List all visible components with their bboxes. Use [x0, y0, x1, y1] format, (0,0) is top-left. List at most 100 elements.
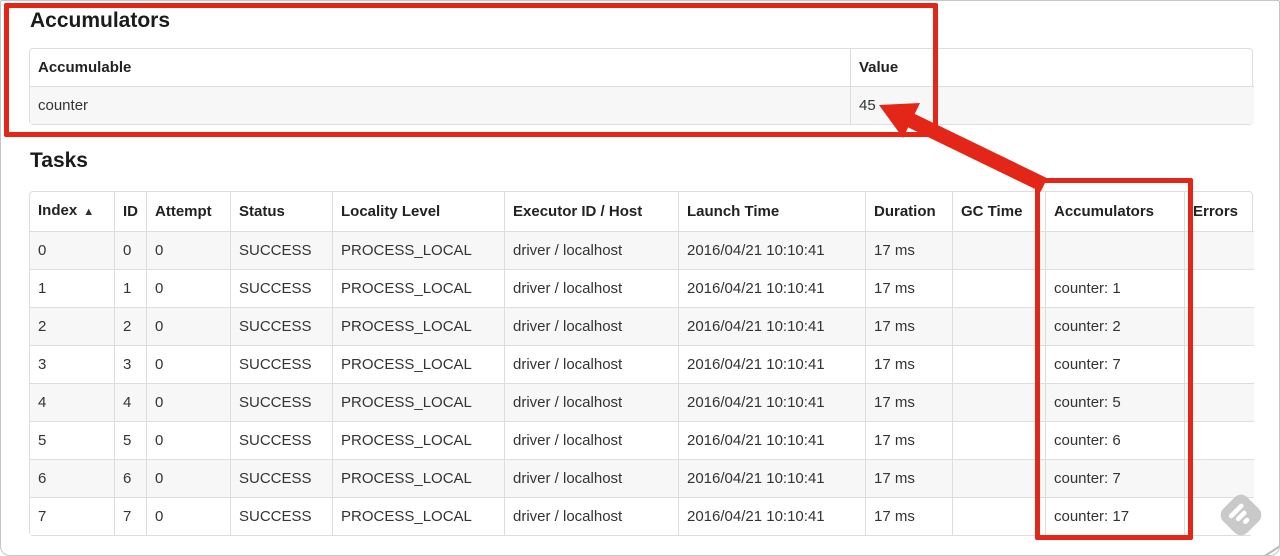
task-cell-id: 0 — [114, 231, 146, 269]
task-cell-launch-time: 2016/04/21 10:10:41 — [678, 497, 865, 535]
task-cell-attempt: 0 — [146, 269, 230, 307]
id-column-header[interactable]: ID — [114, 192, 146, 231]
task-row: 2 2 0 SUCCESS PROCESS_LOCAL driver / localhos… — [30, 307, 1254, 345]
launch-time-column-header[interactable]: Launch Time — [678, 192, 865, 231]
task-cell-accumulators — [1045, 231, 1184, 269]
value-column-header: Value — [850, 49, 1254, 86]
task-row: 7 7 0 SUCCESS PROCESS_LOCAL driver / localhos… — [30, 497, 1254, 535]
task-cell-id: 1 — [114, 269, 146, 307]
task-cell-duration: 17 ms — [865, 345, 952, 383]
task-cell-attempt: 0 — [146, 497, 230, 535]
task-cell-launch-time: 2016/04/21 10:10:41 — [678, 345, 865, 383]
task-cell-launch-time: 2016/04/21 10:10:41 — [678, 231, 865, 269]
task-cell-status: SUCCESS — [230, 421, 332, 459]
task-cell-errors — [1184, 383, 1254, 421]
task-cell-executor-id-host: driver / localhost — [504, 459, 678, 497]
task-cell-locality-level: PROCESS_LOCAL — [332, 345, 504, 383]
task-cell-id: 6 — [114, 459, 146, 497]
task-cell-duration: 17 ms — [865, 497, 952, 535]
task-cell-duration: 17 ms — [865, 269, 952, 307]
task-cell-errors — [1184, 269, 1254, 307]
task-row: 5 5 0 SUCCESS PROCESS_LOCAL driver / localhos… — [30, 421, 1254, 459]
task-cell-gc-time — [952, 383, 1045, 421]
task-cell-accumulators: counter: 7 — [1045, 459, 1184, 497]
tasks-header-row: Index ▲ ID Attempt Status Locality Level … — [30, 192, 1254, 231]
task-cell-locality-level: PROCESS_LOCAL — [332, 497, 504, 535]
task-cell-errors — [1184, 345, 1254, 383]
task-cell-locality-level: PROCESS_LOCAL — [332, 269, 504, 307]
task-cell-accumulators: counter: 6 — [1045, 421, 1184, 459]
task-cell-index: 1 — [30, 269, 114, 307]
task-cell-launch-time: 2016/04/21 10:10:41 — [678, 269, 865, 307]
task-cell-duration: 17 ms — [865, 459, 952, 497]
task-cell-gc-time — [952, 307, 1045, 345]
task-cell-attempt: 0 — [146, 459, 230, 497]
task-cell-accumulators: counter: 1 — [1045, 269, 1184, 307]
accumulable-name-cell: counter — [30, 86, 850, 124]
task-cell-status: SUCCESS — [230, 459, 332, 497]
task-cell-id: 7 — [114, 497, 146, 535]
task-cell-errors — [1184, 307, 1254, 345]
task-cell-duration: 17 ms — [865, 307, 952, 345]
sort-ascending-icon: ▲ — [83, 206, 95, 218]
task-cell-executor-id-host: driver / localhost — [504, 269, 678, 307]
task-row: 4 4 0 SUCCESS PROCESS_LOCAL driver / localhos… — [30, 383, 1254, 421]
task-cell-status: SUCCESS — [230, 269, 332, 307]
task-cell-attempt: 0 — [146, 231, 230, 269]
task-cell-errors — [1184, 421, 1254, 459]
task-cell-index: 5 — [30, 421, 114, 459]
task-cell-status: SUCCESS — [230, 497, 332, 535]
task-cell-attempt: 0 — [146, 345, 230, 383]
accumulators-column-header[interactable]: Accumulators — [1045, 192, 1184, 231]
task-cell-index: 6 — [30, 459, 114, 497]
task-cell-accumulators: counter: 7 — [1045, 345, 1184, 383]
accumulable-value-cell: 45 — [850, 86, 1254, 124]
task-cell-locality-level: PROCESS_LOCAL — [332, 231, 504, 269]
task-row: 1 1 0 SUCCESS PROCESS_LOCAL driver / localhos… — [30, 269, 1254, 307]
task-row: 0 0 0 SUCCESS PROCESS_LOCAL driver / localhos… — [30, 231, 1254, 269]
task-cell-index: 7 — [30, 497, 114, 535]
task-cell-accumulators: counter: 2 — [1045, 307, 1184, 345]
task-cell-accumulators: counter: 17 — [1045, 497, 1184, 535]
gc-time-column-header[interactable]: GC Time — [952, 192, 1045, 231]
task-cell-gc-time — [952, 421, 1045, 459]
errors-column-header[interactable]: Errors — [1184, 192, 1254, 231]
accumulators-table: Accumulable Value counter 45 — [29, 48, 1254, 125]
task-cell-executor-id-host: driver / localhost — [504, 421, 678, 459]
task-cell-launch-time: 2016/04/21 10:10:41 — [678, 307, 865, 345]
task-row: 3 3 0 SUCCESS PROCESS_LOCAL driver / localhos… — [30, 345, 1254, 383]
task-cell-errors — [1184, 231, 1254, 269]
tasks-heading: Tasks — [30, 149, 88, 172]
task-cell-accumulators: counter: 5 — [1045, 383, 1184, 421]
task-cell-launch-time: 2016/04/21 10:10:41 — [678, 421, 865, 459]
task-cell-duration: 17 ms — [865, 231, 952, 269]
task-cell-status: SUCCESS — [230, 345, 332, 383]
task-cell-index: 3 — [30, 345, 114, 383]
task-cell-executor-id-host: driver / localhost — [504, 307, 678, 345]
feedly-mini-icon[interactable] — [1216, 490, 1266, 540]
task-cell-launch-time: 2016/04/21 10:10:41 — [678, 459, 865, 497]
task-cell-gc-time — [952, 269, 1045, 307]
task-cell-locality-level: PROCESS_LOCAL — [332, 307, 504, 345]
task-cell-launch-time: 2016/04/21 10:10:41 — [678, 383, 865, 421]
index-column-header[interactable]: Index ▲ — [30, 192, 114, 231]
accumulators-heading: Accumulators — [30, 9, 171, 32]
task-cell-id: 5 — [114, 421, 146, 459]
attempt-column-header[interactable]: Attempt — [146, 192, 230, 231]
executor-id-host-column-header[interactable]: Executor ID / Host — [504, 192, 678, 231]
task-cell-id: 2 — [114, 307, 146, 345]
task-cell-gc-time — [952, 345, 1045, 383]
task-cell-duration: 17 ms — [865, 421, 952, 459]
task-cell-executor-id-host: driver / localhost — [504, 497, 678, 535]
accumulator-row: counter 45 — [30, 86, 1254, 124]
status-column-header[interactable]: Status — [230, 192, 332, 231]
duration-column-header[interactable]: Duration — [865, 192, 952, 231]
task-cell-status: SUCCESS — [230, 231, 332, 269]
locality-level-column-header[interactable]: Locality Level — [332, 192, 504, 231]
task-cell-attempt: 0 — [146, 383, 230, 421]
task-cell-index: 0 — [30, 231, 114, 269]
task-cell-gc-time — [952, 497, 1045, 535]
resize-grip-line — [1260, 542, 1279, 555]
task-cell-status: SUCCESS — [230, 383, 332, 421]
task-cell-status: SUCCESS — [230, 307, 332, 345]
